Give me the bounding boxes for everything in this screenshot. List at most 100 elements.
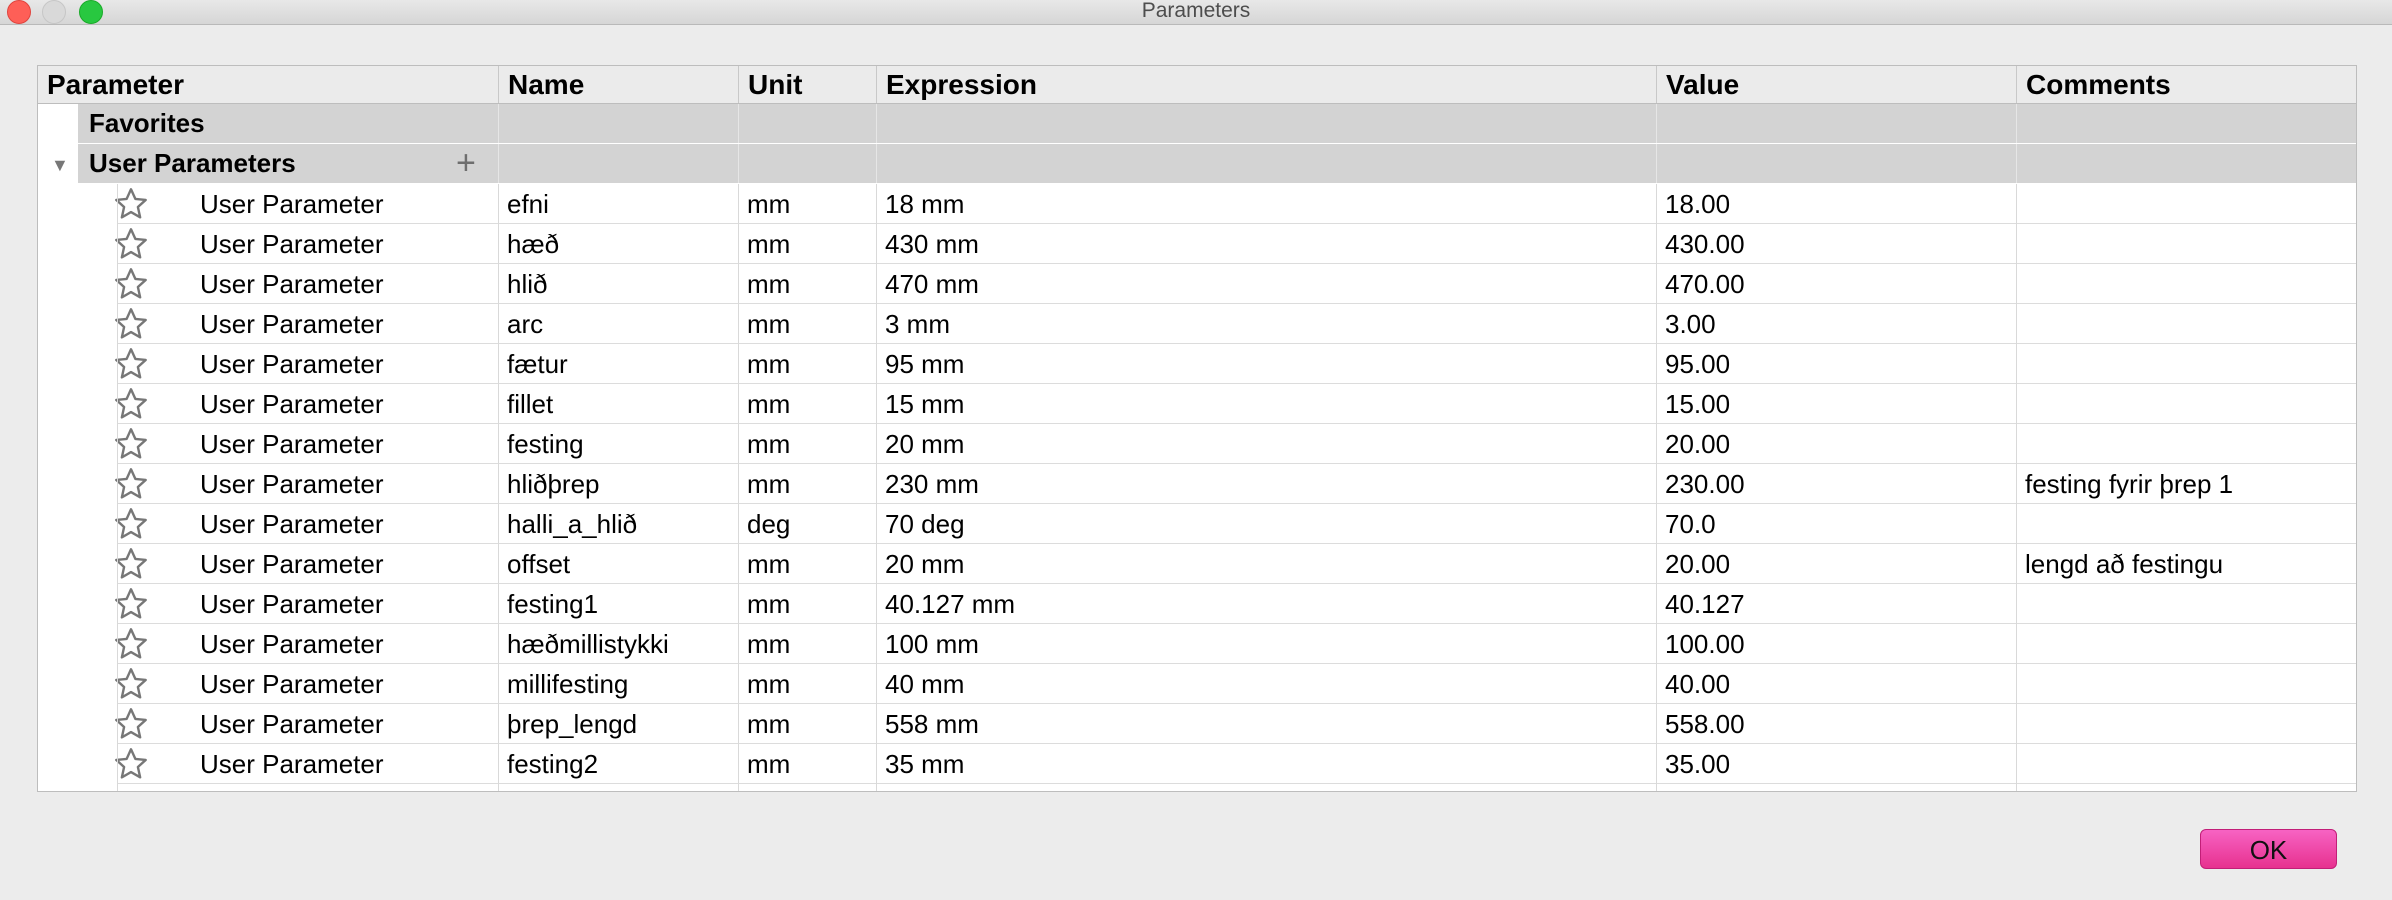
cell-expression[interactable]: 35 mm (876, 744, 1656, 783)
column-header-parameter[interactable]: Parameter (38, 66, 498, 103)
cell-name[interactable]: festing2 (498, 744, 738, 783)
table-row[interactable]: User Parameter hlið mm 470 mm 470.00 (115, 264, 2356, 304)
star-icon[interactable] (113, 506, 149, 542)
cell-name[interactable]: efni (498, 184, 738, 223)
table-row[interactable]: User Parameter hliðþrep mm 230 mm 230.00 fest… (115, 464, 2356, 504)
cell-name[interactable]: hæð (498, 224, 738, 263)
cell-name[interactable]: festing1 (498, 584, 738, 623)
cell-comments[interactable]: festing fyrir þrep 1 (2016, 464, 2356, 503)
cell-parameter: User Parameter (200, 269, 384, 299)
star-icon[interactable] (113, 666, 149, 702)
cell-name[interactable]: festing (498, 424, 738, 463)
cell-parameter: User Parameter (200, 229, 384, 259)
cell-comments[interactable] (2016, 264, 2356, 303)
star-icon[interactable] (113, 586, 149, 622)
table-row[interactable]: User Parameter festing1 mm 40.127 mm 40.127 (115, 584, 2356, 624)
table-row[interactable]: User Parameter festing2 mm 35 mm 35.00 (115, 744, 2356, 784)
cell-parameter: User Parameter (200, 549, 384, 579)
column-header-comments[interactable]: Comments (2016, 66, 2356, 103)
cell-expression[interactable]: 230 mm (876, 464, 1656, 503)
star-icon[interactable] (113, 746, 149, 782)
cell-expression[interactable]: 470 mm (876, 264, 1656, 303)
group-label-user-parameters: User Parameters (89, 148, 296, 178)
cell-value: 470.00 (1665, 269, 1745, 299)
star-icon[interactable] (113, 226, 149, 262)
table-row[interactable]: User Parameter þrep_lengd mm 558 mm 558.00 (115, 704, 2356, 744)
star-icon[interactable] (113, 546, 149, 582)
column-header-unit[interactable]: Unit (738, 66, 876, 103)
cell-name[interactable]: hæðmillistykki (498, 624, 738, 663)
table-row[interactable]: User Parameter hæðmillistykki mm 100 mm 100.… (115, 624, 2356, 664)
cell-unit: mm (747, 269, 791, 299)
star-icon[interactable] (113, 706, 149, 742)
star-icon[interactable] (113, 306, 149, 342)
cell-expression[interactable]: 40.127 mm (876, 584, 1656, 623)
cell-comments[interactable] (2016, 184, 2356, 223)
cell-expression[interactable]: 3 mm (876, 304, 1656, 343)
cell-unit: mm (747, 309, 791, 339)
cell-expression[interactable]: 15 mm (876, 384, 1656, 423)
star-icon[interactable] (113, 186, 149, 222)
cell-comments[interactable] (2016, 664, 2356, 703)
cell-comments[interactable] (2016, 384, 2356, 423)
star-icon[interactable] (113, 466, 149, 502)
cell-expression[interactable]: 20 mm (876, 424, 1656, 463)
cell-expression[interactable]: 70 deg (876, 504, 1656, 543)
cell-comments[interactable] (2016, 744, 2356, 783)
cell-expression[interactable]: 95 mm (876, 344, 1656, 383)
table-row[interactable]: User Parameter fillet mm 15 mm 15.00 (115, 384, 2356, 424)
cell-name[interactable]: fætur (498, 344, 738, 383)
table-row[interactable]: User Parameter millifesting mm 40 mm 40.00 (115, 664, 2356, 704)
column-header-value[interactable]: Value (1656, 66, 2016, 103)
table-row[interactable]: User Parameter festing mm 20 mm 20.00 (115, 424, 2356, 464)
cell-unit: mm (747, 549, 791, 579)
plus-icon[interactable]: + (456, 144, 476, 183)
cell-name[interactable]: þrep_lengd (498, 704, 738, 743)
table-row[interactable]: User Parameter offset mm 20 mm 20.00 lengd að… (115, 544, 2356, 584)
star-icon[interactable] (113, 266, 149, 302)
cell-comments[interactable] (2016, 704, 2356, 743)
cell-comments[interactable] (2016, 424, 2356, 463)
cell-unit: mm (747, 669, 791, 699)
cell-parameter: User Parameter (200, 469, 384, 499)
cell-name[interactable]: halli_a_hlið (498, 504, 738, 543)
table-row[interactable]: User Parameter fætur mm 95 mm 95.00 (115, 344, 2356, 384)
cell-expression[interactable]: 20 mm (876, 544, 1656, 583)
table-row[interactable]: User Parameter efni mm 18 mm 18.00 (115, 184, 2356, 224)
cell-comments[interactable] (2016, 504, 2356, 543)
cell-comments[interactable] (2016, 584, 2356, 623)
star-icon[interactable] (113, 346, 149, 382)
group-separator (876, 104, 877, 143)
cell-name[interactable]: millifesting (498, 664, 738, 703)
star-icon[interactable] (113, 386, 149, 422)
ok-button[interactable]: OK (2200, 829, 2337, 869)
table-row[interactable]: User Parameter hæð mm 430 mm 430.00 (115, 224, 2356, 264)
group-row-favorites[interactable]: Favorites (38, 104, 2356, 144)
table-row[interactable]: User Parameter halli_a_hlið deg 70 deg 70.0 (115, 504, 2356, 544)
cell-expression[interactable]: 40 mm (876, 664, 1656, 703)
cell-expression[interactable]: 558 mm (876, 704, 1656, 743)
group-row-user-parameters[interactable]: ▼ User Parameters + (38, 144, 2356, 184)
table-row[interactable]: User Parameter arc mm 3 mm 3.00 (115, 304, 2356, 344)
column-header-name[interactable]: Name (498, 66, 738, 103)
cell-name[interactable]: hliðþrep (498, 464, 738, 503)
star-icon[interactable] (113, 426, 149, 462)
cell-comments[interactable] (2016, 624, 2356, 663)
cell-expression[interactable]: 100 mm (876, 624, 1656, 663)
cell-comments[interactable]: lengd að festingu (2016, 544, 2356, 583)
cell-expression[interactable]: 430 mm (876, 224, 1656, 263)
star-icon[interactable] (113, 626, 149, 662)
cell-name[interactable]: arc (498, 304, 738, 343)
window-titlebar: Parameters (0, 0, 2392, 25)
column-header-expression[interactable]: Expression (876, 66, 1656, 103)
cell-comments[interactable] (2016, 304, 2356, 343)
cell-comments[interactable] (2016, 344, 2356, 383)
cell-name[interactable]: hlið (498, 264, 738, 303)
cell-unit: mm (747, 389, 791, 419)
cell-expression[interactable]: 18 mm (876, 184, 1656, 223)
group-separator (876, 144, 877, 183)
triangle-down-icon[interactable]: ▼ (51, 155, 69, 176)
cell-comments[interactable] (2016, 224, 2356, 263)
cell-name[interactable]: fillet (498, 384, 738, 423)
cell-name[interactable]: offset (498, 544, 738, 583)
